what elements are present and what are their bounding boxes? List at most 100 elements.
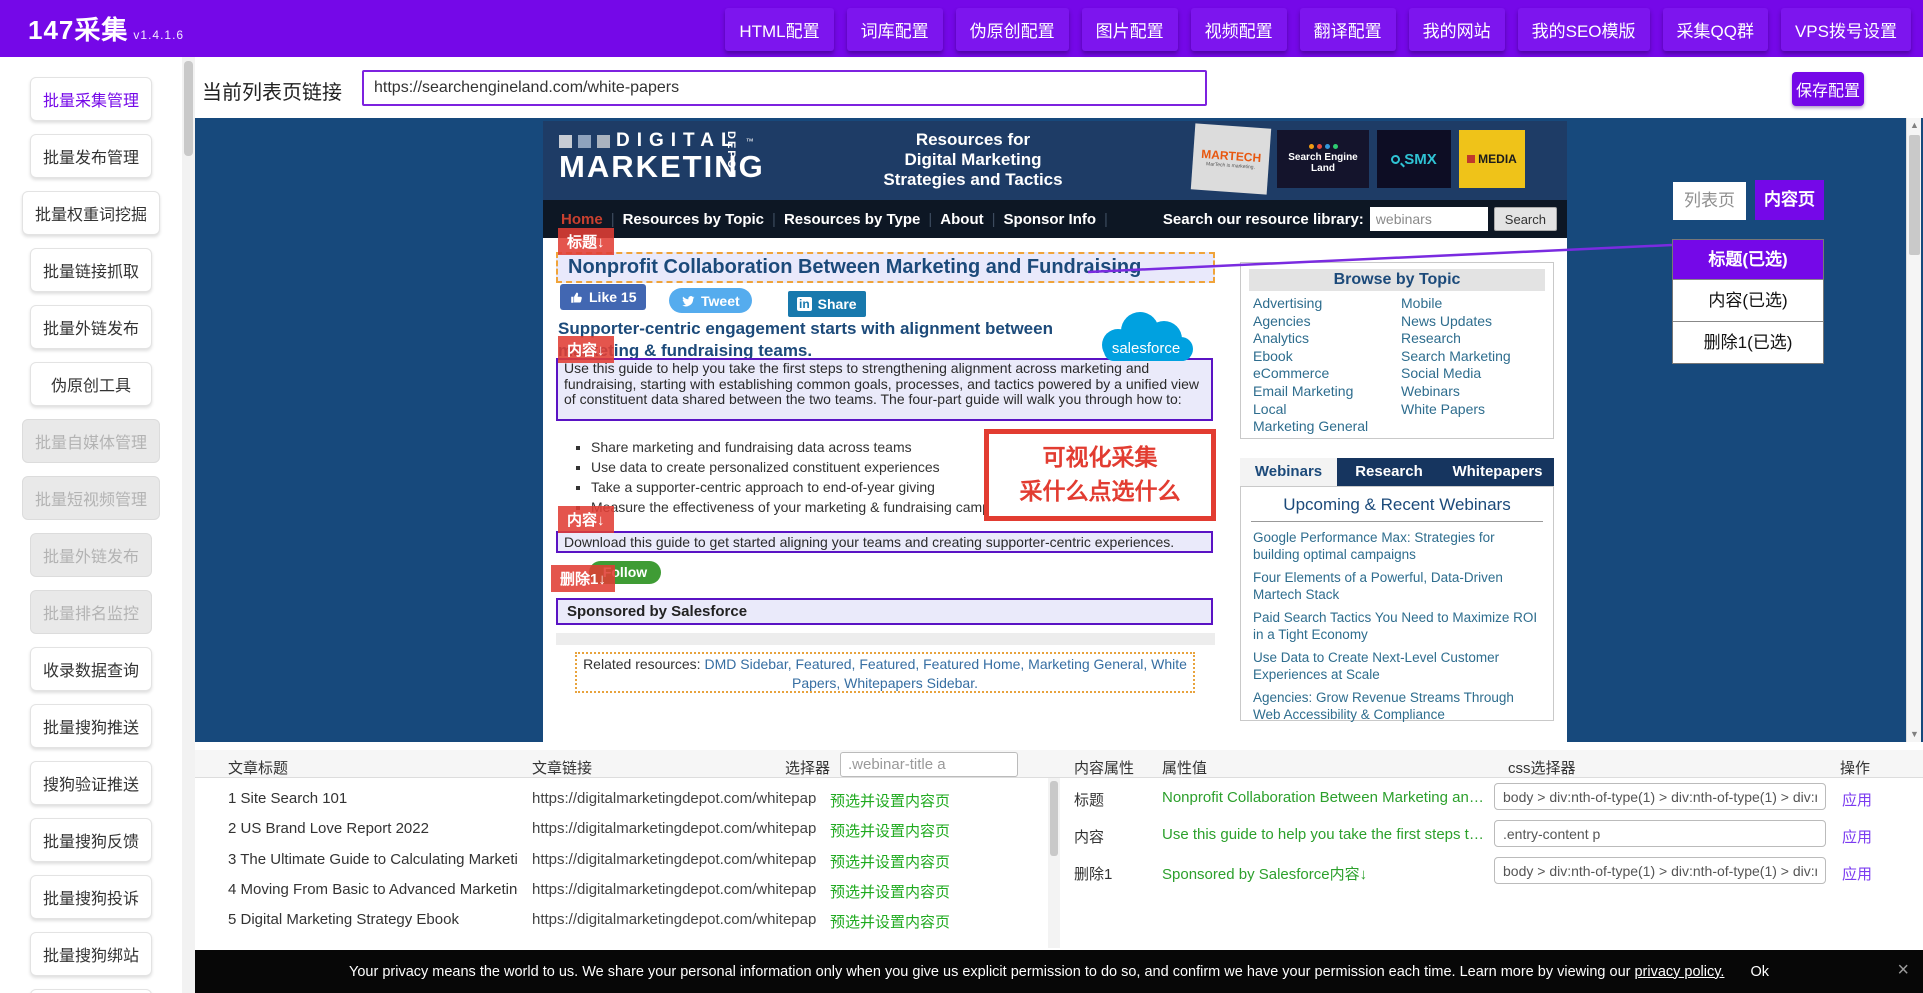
selected-title-item[interactable]: 标题(已选): [1673, 240, 1823, 279]
sidebar-item-sogou-bind[interactable]: 批量搜狗绑站: [30, 932, 152, 976]
sidebar-item-backlink-publish[interactable]: 批量外链发布: [30, 305, 152, 349]
sidebar-scrollbar-thumb[interactable]: [184, 61, 193, 156]
preview-set-content-link[interactable]: 预选并设置内容页: [830, 820, 950, 841]
related-links[interactable]: DMD Sidebar, Featured, Featured, Feature…: [704, 656, 1186, 691]
nav-resources-by-type[interactable]: Resources by Type: [784, 211, 920, 228]
visual-collect-note: 可视化采集 采什么点选什么: [984, 429, 1216, 521]
menu-image-config[interactable]: 图片配置: [1082, 8, 1178, 51]
menu-my-sites[interactable]: 我的网站: [1409, 8, 1505, 51]
save-config-button[interactable]: 保存配置: [1792, 72, 1864, 106]
sidebar-item-batch-publish[interactable]: 批量发布管理: [30, 134, 152, 178]
list-table-scrollbar[interactable]: [1048, 778, 1060, 948]
sidebar-item-link-grab[interactable]: 批量链接抓取: [30, 248, 152, 292]
selected-delete-item[interactable]: 删除1(已选): [1673, 321, 1823, 363]
topic-link-research[interactable]: Research: [1401, 330, 1549, 348]
tweet-button[interactable]: Tweet: [669, 288, 752, 313]
sidebar-item-index-query[interactable]: 收录数据查询: [30, 647, 152, 691]
tab-whitepapers[interactable]: Whitepapers: [1441, 458, 1554, 486]
menu-video-config[interactable]: 视频配置: [1191, 8, 1287, 51]
sidebar-item-batch-collect[interactable]: 批量采集管理: [30, 77, 152, 121]
menu-vps-dial-settings[interactable]: VPS拨号设置: [1781, 8, 1911, 51]
close-icon[interactable]: ×: [1897, 959, 1909, 982]
privacy-policy-link[interactable]: privacy policy.: [1634, 964, 1724, 980]
css-selector-input[interactable]: [1494, 820, 1826, 847]
selected-content-item[interactable]: 内容(已选): [1673, 279, 1823, 321]
topic-link-social-media[interactable]: Social Media: [1401, 365, 1549, 383]
title-marker-tag[interactable]: 标题↓: [558, 228, 614, 255]
sidebar-item-keyword-mining[interactable]: 批量权重词挖掘: [22, 191, 160, 235]
nav-separator: |: [992, 211, 996, 228]
scroll-up-icon[interactable]: ▲: [1907, 118, 1922, 133]
apply-link[interactable]: 应用: [1842, 863, 1872, 884]
content-marker-tag-2[interactable]: 内容↓: [558, 506, 614, 533]
martech-logo: MARTECH MarTech is marketing.: [1191, 123, 1271, 194]
apply-link[interactable]: 应用: [1842, 826, 1872, 847]
topic-link-agencies[interactable]: Agencies: [1253, 313, 1401, 331]
content-marker-tag-1[interactable]: 内容↓: [558, 336, 614, 363]
preview-set-content-link[interactable]: 预选并设置内容页: [830, 851, 950, 872]
privacy-ok-button[interactable]: Ok: [1750, 964, 1769, 980]
article-download-line-selected[interactable]: Download this guide to get started align…: [556, 531, 1213, 553]
topic-link-ecommerce[interactable]: eCommerce: [1253, 365, 1401, 383]
sidebar-item-sogou-complaint[interactable]: 批量搜狗投诉: [30, 875, 152, 919]
apply-link[interactable]: 应用: [1842, 789, 1872, 810]
topic-link-news-updates[interactable]: News Updates: [1401, 313, 1549, 331]
topic-link-ebook[interactable]: Ebook: [1253, 348, 1401, 366]
facebook-like-button[interactable]: Like 15: [560, 284, 646, 310]
list-selector-input[interactable]: [840, 752, 1018, 777]
preview-set-content-link[interactable]: 预选并设置内容页: [830, 881, 950, 902]
tab-webinars[interactable]: Webinars: [1240, 458, 1337, 486]
topic-link-mobile[interactable]: Mobile: [1401, 295, 1549, 313]
nav-sponsor-info[interactable]: Sponsor Info: [1004, 211, 1097, 228]
menu-pseudo-original-config[interactable]: 伪原创配置: [956, 8, 1069, 51]
topic-link-white-papers[interactable]: White Papers: [1401, 401, 1549, 419]
sponsored-line-selected[interactable]: Sponsored by Salesforce: [556, 598, 1213, 625]
tab-research[interactable]: Research: [1337, 458, 1441, 486]
sidebar-scrollbar[interactable]: [182, 57, 195, 993]
delete-marker-tag[interactable]: 删除1↓: [551, 565, 615, 592]
menu-my-seo-templates[interactable]: 我的SEO模版: [1518, 8, 1650, 51]
topic-link-email-marketing[interactable]: Email Marketing: [1253, 383, 1401, 401]
content-page-button[interactable]: 内容页: [1755, 180, 1824, 220]
nav-resources-by-topic[interactable]: Resources by Topic: [623, 211, 764, 228]
topic-link-local[interactable]: Local: [1253, 401, 1401, 419]
webinar-link[interactable]: Agencies: Grow Revenue Streams Through W…: [1253, 690, 1541, 723]
page-scrollbar[interactable]: ▲ ▼: [1906, 118, 1921, 742]
menu-lexicon-config[interactable]: 词库配置: [847, 8, 943, 51]
webinar-link[interactable]: Paid Search Tactics You Need to Maximize…: [1253, 610, 1541, 643]
banner-tagline: Resources for Digital Marketing Strategi…: [838, 130, 1108, 190]
preview-set-content-link[interactable]: 预选并设置内容页: [830, 790, 950, 811]
sidebar-item-sogou-push[interactable]: 批量搜狗推送: [30, 704, 152, 748]
nav-home[interactable]: Home: [561, 211, 603, 228]
media-red-square-icon: [1467, 155, 1475, 163]
linkedin-share-button[interactable]: in Share: [788, 291, 866, 317]
scroll-down-icon[interactable]: ▼: [1907, 727, 1922, 742]
topic-link-advertising[interactable]: Advertising: [1253, 295, 1401, 313]
topic-link-analytics[interactable]: Analytics: [1253, 330, 1401, 348]
list-url-input[interactable]: [362, 70, 1207, 106]
topic-link-webinars[interactable]: Webinars: [1401, 383, 1549, 401]
preview-set-content-link[interactable]: 预选并设置内容页: [830, 911, 950, 932]
menu-translate-config[interactable]: 翻译配置: [1300, 8, 1396, 51]
webinar-link[interactable]: Use Data to Create Next-Level Customer E…: [1253, 650, 1541, 683]
css-selector-input[interactable]: [1494, 783, 1826, 810]
sidebar-item-sogou-verify-push[interactable]: 搜狗验证推送: [30, 761, 152, 805]
page-scrollbar-thumb[interactable]: [1909, 135, 1920, 255]
menu-qq-group[interactable]: 采集QQ群: [1663, 8, 1768, 51]
site-search-input[interactable]: [1370, 207, 1488, 231]
sidebar-item-sogou-feedback[interactable]: 批量搜狗反馈: [30, 818, 152, 862]
menu-html-config[interactable]: HTML配置: [725, 8, 833, 51]
article-title-selected[interactable]: Nonprofit Collaboration Between Marketin…: [556, 252, 1215, 283]
css-selector-input[interactable]: [1494, 857, 1826, 884]
site-search-button[interactable]: Search: [1494, 207, 1557, 231]
topic-link-marketing-general[interactable]: Marketing General: [1253, 418, 1401, 436]
topic-link-search-marketing[interactable]: Search Marketing: [1401, 348, 1549, 366]
webinar-link[interactable]: Google Performance Max: Strategies for b…: [1253, 530, 1541, 563]
sidebar-item-baidu-api-push[interactable]: 百度API推送: [30, 989, 152, 993]
list-table-scrollbar-thumb[interactable]: [1050, 781, 1058, 856]
nav-about[interactable]: About: [940, 211, 983, 228]
list-page-button[interactable]: 列表页: [1673, 182, 1746, 220]
top-menu: HTML配置 词库配置 伪原创配置 图片配置 视频配置 翻译配置 我的网站 我的…: [725, 8, 1911, 51]
sidebar-item-pseudo-original-tool[interactable]: 伪原创工具: [30, 362, 152, 406]
webinar-link[interactable]: Four Elements of a Powerful, Data-Driven…: [1253, 570, 1541, 603]
